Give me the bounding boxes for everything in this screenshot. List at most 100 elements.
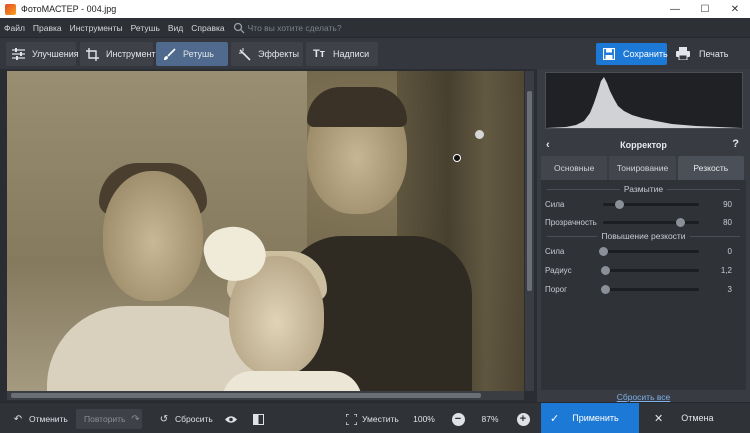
photo[interactable] bbox=[7, 71, 524, 391]
title-bar: ФотоМАСТЕР - 004.jpg — ☐ ✕ bbox=[0, 0, 750, 18]
save-button[interactable]: Сохранить bbox=[596, 43, 668, 65]
transparency-value: 80 bbox=[723, 217, 732, 227]
scrollbar-thumb[interactable] bbox=[11, 393, 481, 398]
print-button[interactable]: Печать bbox=[674, 43, 744, 65]
undo-icon: ↶ bbox=[13, 413, 23, 425]
tab-sharpness[interactable]: Резкость bbox=[677, 156, 744, 180]
slider-knob[interactable] bbox=[675, 217, 685, 227]
corrector-subtabs: Основные Тонирование Резкость bbox=[541, 156, 746, 180]
print-label: Печать bbox=[699, 49, 729, 59]
window-title: ФотоМАСТЕР - 004.jpg bbox=[21, 4, 117, 14]
tab-toning[interactable]: Тонирование bbox=[609, 156, 676, 180]
cancel-button[interactable]: ✕ Отмена bbox=[645, 403, 750, 433]
cancel-label: Отмена bbox=[681, 413, 714, 423]
blur-strength-label: Сила bbox=[545, 199, 565, 209]
zoom-out-button[interactable]: − bbox=[448, 409, 468, 429]
fit-screen-icon bbox=[345, 413, 357, 425]
tab-label: Улучшения bbox=[32, 49, 79, 59]
apply-button[interactable]: ✓ Применить bbox=[541, 403, 639, 433]
horizontal-scrollbar[interactable] bbox=[7, 391, 524, 400]
menu-view[interactable]: Вид bbox=[164, 23, 187, 33]
window-controls: — ☐ ✕ bbox=[660, 0, 750, 18]
tab-label: Надписи bbox=[333, 49, 370, 59]
crop-icon bbox=[86, 47, 99, 61]
undo-label: Отменить bbox=[29, 414, 68, 424]
menu-file[interactable]: Файл bbox=[0, 23, 29, 33]
tab-tools[interactable]: Инструменты bbox=[80, 42, 162, 66]
maximize-button[interactable]: ☐ bbox=[690, 0, 720, 18]
redo-icon: ↷ bbox=[131, 413, 140, 425]
compare-icon bbox=[252, 413, 264, 425]
blur-strength-slider[interactable] bbox=[603, 199, 699, 209]
text-icon: Tт bbox=[312, 48, 326, 60]
radius-slider[interactable] bbox=[600, 265, 699, 275]
sharp-strength-value: 0 bbox=[727, 246, 732, 256]
fit-label: Уместить bbox=[362, 414, 399, 424]
sharpen-group-title: Повышение резкости bbox=[597, 231, 690, 241]
zoom-in-button[interactable]: + bbox=[513, 409, 533, 429]
tab-captions[interactable]: Tт Надписи bbox=[306, 42, 378, 66]
main-toolbar: Улучшения Инструменты Ретушь Эффекты Tт … bbox=[0, 38, 750, 69]
tab-basic[interactable]: Основные bbox=[541, 156, 608, 180]
histogram bbox=[545, 72, 743, 129]
radius-label: Радиус bbox=[545, 265, 572, 275]
sharp-strength-slider[interactable] bbox=[599, 246, 699, 256]
threshold-label: Порог bbox=[545, 284, 568, 294]
search-icon bbox=[233, 22, 245, 33]
zoom-in-icon: + bbox=[516, 412, 530, 426]
sliders-icon bbox=[12, 47, 25, 61]
transparency-label: Прозрачность bbox=[545, 217, 597, 227]
undo-button[interactable]: ↶ Отменить bbox=[6, 409, 70, 429]
preview-eye-button[interactable] bbox=[220, 409, 242, 429]
blur-strength-value: 90 bbox=[723, 199, 732, 209]
reset-all-link[interactable]: Сбросить все bbox=[537, 392, 750, 402]
slider-knob[interactable] bbox=[600, 284, 610, 294]
tab-label: Ретушь bbox=[183, 49, 214, 59]
tab-label: Инструменты bbox=[106, 49, 163, 59]
tab-retouch[interactable]: Ретушь bbox=[156, 42, 228, 66]
corrector-panel: ‹ Корректор ? Основные Тонирование Резко… bbox=[537, 69, 750, 402]
menu-edit[interactable]: Правка bbox=[29, 23, 66, 33]
app-logo-icon bbox=[5, 3, 16, 15]
threshold-slider[interactable] bbox=[600, 284, 699, 294]
tab-label: Эффекты bbox=[258, 49, 299, 59]
reset-button[interactable]: ↺ Сбросить bbox=[152, 409, 214, 429]
close-button[interactable]: ✕ bbox=[720, 0, 750, 18]
reset-icon: ↺ bbox=[159, 413, 169, 425]
sharpness-settings: Размытие Сила 90 Прозрачность 80 Повышен… bbox=[541, 180, 746, 390]
menu-help[interactable]: Справка bbox=[187, 23, 228, 33]
fit-button[interactable]: Уместить bbox=[339, 409, 401, 429]
magic-wand-icon bbox=[237, 47, 251, 61]
tab-enhancements[interactable]: Улучшения bbox=[6, 42, 79, 66]
redo-button[interactable]: Повторить ↷ bbox=[76, 409, 142, 429]
brush-icon bbox=[162, 47, 176, 61]
menu-retouch[interactable]: Ретушь bbox=[127, 23, 164, 33]
blur-group-title: Размытие bbox=[619, 184, 668, 194]
save-label: Сохранить bbox=[623, 49, 668, 59]
sharp-strength-label: Сила bbox=[545, 246, 565, 256]
scrollbar-thumb[interactable] bbox=[527, 91, 532, 291]
zoom-out-icon: − bbox=[451, 412, 465, 426]
search-input[interactable] bbox=[247, 22, 408, 33]
zoom-100-button[interactable]: 100% bbox=[406, 409, 442, 429]
slider-knob[interactable] bbox=[600, 265, 610, 275]
panel-title: Корректор bbox=[620, 140, 667, 150]
slider-knob[interactable] bbox=[599, 246, 608, 256]
transparency-row: Прозрачность 80 bbox=[545, 215, 742, 229]
slider-knob[interactable] bbox=[615, 199, 625, 209]
minimize-button[interactable]: — bbox=[660, 0, 690, 18]
back-arrow-icon[interactable]: ‹ bbox=[546, 139, 550, 151]
photo-canvas[interactable] bbox=[0, 69, 537, 402]
checkmark-icon: ✓ bbox=[550, 412, 560, 425]
radius-value: 1,2 bbox=[720, 265, 732, 275]
zoom-level: 87% bbox=[481, 414, 499, 424]
tab-effects[interactable]: Эффекты bbox=[231, 42, 303, 66]
redo-label: Повторить bbox=[84, 414, 126, 424]
threshold-row: Порог 3 bbox=[545, 282, 742, 296]
compare-button[interactable] bbox=[247, 409, 269, 429]
transparency-slider[interactable] bbox=[603, 217, 699, 227]
vertical-scrollbar[interactable] bbox=[525, 71, 534, 391]
help-icon[interactable]: ? bbox=[732, 138, 739, 150]
printer-icon bbox=[676, 47, 690, 61]
menu-tools[interactable]: Инструменты bbox=[66, 23, 127, 33]
